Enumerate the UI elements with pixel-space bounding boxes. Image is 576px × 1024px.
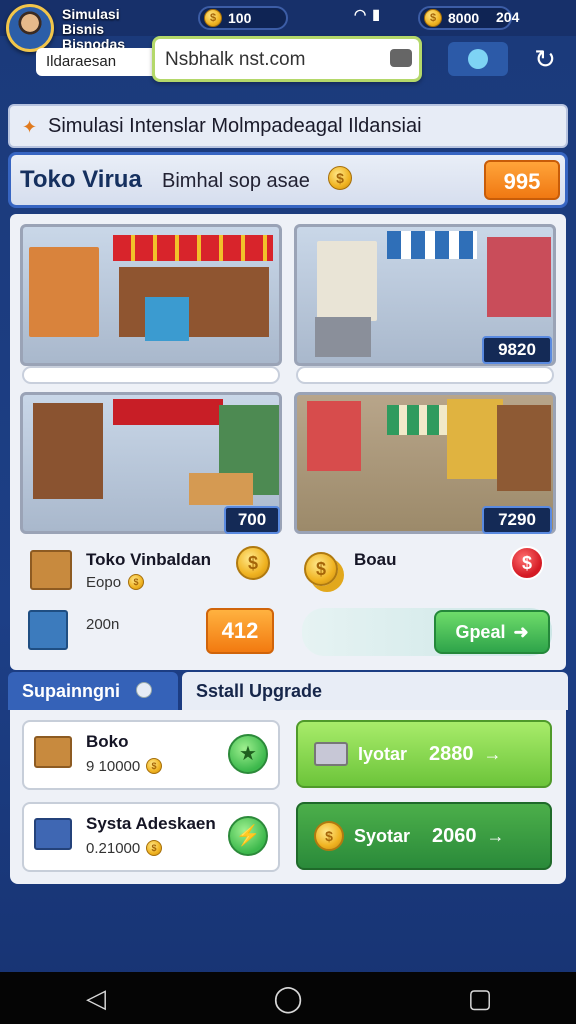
gem-coin-icon: $ [424, 9, 442, 27]
stall-icon [447, 399, 503, 479]
arrow-icon: ➜ [513, 621, 529, 642]
refresh-icon[interactable]: ↻ [522, 42, 568, 76]
coin-icon: $ [146, 840, 162, 856]
tab-stall-upgrade-label: Sstall Upgrade [196, 681, 323, 701]
table-icon [189, 473, 253, 505]
coin-icon[interactable]: $ [236, 546, 270, 580]
shop-title: Toko Virua [20, 166, 142, 193]
box-icon [34, 736, 72, 768]
arrow-icon: → [483, 743, 502, 764]
flag-icon: ✦ [22, 117, 38, 137]
store-card-market-stall[interactable] [20, 224, 282, 366]
signal-readout: 204 [496, 9, 520, 25]
assistant-button[interactable] [448, 42, 508, 76]
system-nav-bar: ◁ ◯ ▢ [0, 972, 576, 1024]
buy-button-amount: 2060 [432, 824, 477, 847]
recents-icon[interactable]: ▢ [450, 983, 510, 1014]
coin-counter[interactable]: $ 100 [198, 6, 288, 30]
upgrade-name: Systa Adeskaen [86, 814, 216, 833]
upgrade-card-boko[interactable]: Boko 9 10000 $ ★ [22, 720, 280, 790]
coin-icon: $ [204, 9, 222, 27]
upgrade-card-system[interactable]: Systa Adeskaen 0.21000 $ ⚡ [22, 802, 280, 872]
coin-stack-icon: $ [304, 552, 338, 586]
chat-icon[interactable] [390, 49, 412, 67]
awning-icon [387, 231, 477, 259]
store-price-tag: 9820 [482, 336, 552, 364]
counter-icon [315, 317, 371, 357]
player-avatar[interactable] [6, 4, 54, 52]
wifi-icon: ◠ [354, 6, 367, 22]
buy-button-label: Syotar [354, 825, 411, 846]
back-icon[interactable]: ◁ [66, 983, 126, 1014]
lightning-icon[interactable]: ⚡ [228, 816, 268, 856]
orange-value-button[interactable]: 412 [206, 608, 274, 654]
cube-icon [34, 818, 72, 850]
crate-icon [314, 742, 348, 766]
box-icon [30, 550, 72, 590]
sell-coin-icon[interactable]: $ [510, 546, 544, 580]
buy-button-amount: 2880 [429, 742, 474, 765]
upgrade-cost: 0.21000 [86, 840, 141, 857]
coin-count: 100 [228, 10, 252, 26]
awning-icon [113, 235, 273, 261]
tab-stall-upgrade[interactable]: Sstall Upgrade [182, 672, 568, 710]
buy-button[interactable]: Iyotar 2880 → [296, 720, 552, 788]
gem-count: 8000 [448, 10, 480, 26]
home-icon[interactable]: ◯ [258, 983, 318, 1014]
upgrade-name: Boko [86, 732, 129, 751]
battery-icon: ▮ [372, 6, 380, 22]
get-button[interactable]: Gpeal ➜ [434, 610, 550, 654]
banner: Simulasi Intenslar Molmpadeagal Ildansia… [8, 104, 568, 148]
store-progress-bar [22, 366, 280, 384]
coin-icon: $ [146, 758, 162, 774]
upgrade-cost: 9 10000 [86, 758, 141, 775]
item-value: 200n [86, 616, 120, 633]
get-button-label: Gpeal [455, 621, 506, 642]
store-price-tag: 7290 [482, 506, 552, 534]
item-sub: Eopo [86, 574, 122, 591]
shelf-icon [29, 247, 99, 337]
shelf-icon [497, 405, 551, 491]
star-icon[interactable]: ★ [228, 734, 268, 774]
tab-supplies-label: Supainngni [22, 681, 120, 701]
store-progress-bar [296, 366, 554, 384]
browser-tab[interactable]: Ildaraesan [36, 48, 164, 76]
shop-balance-button[interactable]: 995 [484, 160, 560, 200]
register-icon [28, 610, 68, 650]
booth-icon [307, 401, 361, 471]
system-icons: ◠ ▮ [354, 6, 380, 23]
bubble-icon [468, 49, 488, 69]
awning-icon [113, 399, 223, 425]
coin-stack-icon: $ [314, 821, 344, 851]
badge-icon [136, 682, 152, 698]
store-price-tag: 700 [224, 506, 280, 534]
shelf-icon [317, 241, 377, 321]
tab-supplies[interactable]: Supainngni [8, 672, 178, 710]
shelf-icon [33, 403, 103, 499]
arrow-icon: → [486, 825, 505, 846]
url-bar[interactable]: Nsbhalk nst.com [152, 36, 422, 82]
item-name: Toko Vinbaldan [86, 550, 211, 569]
coin-icon: $ [328, 166, 352, 190]
awning-icon [387, 405, 447, 435]
app-title: Simulasi Bisnis Bisnodas [62, 6, 126, 52]
shop-subtitle: Bimhal sop asae [162, 170, 310, 192]
stall-counter [119, 267, 269, 337]
buy-button-label: Iyotar [358, 743, 408, 764]
item-name: Boau [354, 550, 397, 569]
crate-icon [145, 297, 189, 341]
coin-icon: $ [128, 574, 144, 590]
buy-button[interactable]: $ Syotar 2060 → [296, 802, 552, 870]
fridge-icon [487, 237, 551, 317]
